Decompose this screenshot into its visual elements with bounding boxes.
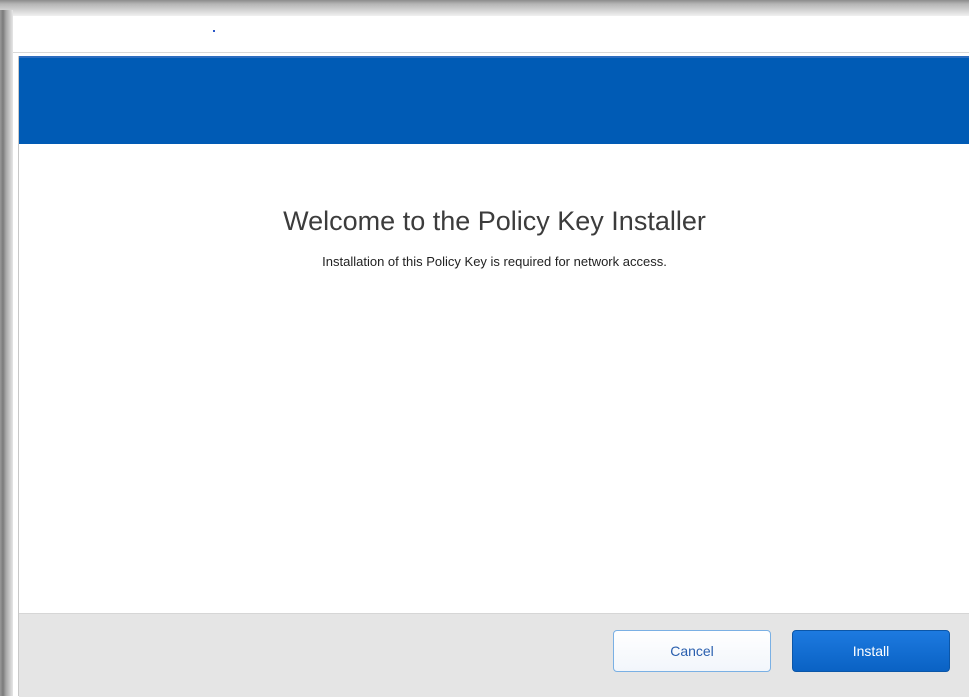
welcome-title: Welcome to the Policy Key Installer [283,206,706,236]
window-left-border [0,10,13,696]
welcome-subtitle: Installation of this Policy Key is requi… [322,254,667,269]
install-button[interactable]: Install [792,630,950,672]
titlebar-mark [213,30,215,32]
window-top-border [0,0,969,16]
installer-window: Welcome to the Policy Key Installer Inst… [0,0,969,697]
window-titlebar [13,16,969,52]
cancel-button[interactable]: Cancel [613,630,771,672]
titlebar-separator [13,52,969,53]
dialog-footer: Cancel Install [19,613,969,697]
dialog-header-banner [19,56,969,144]
installer-dialog: Welcome to the Policy Key Installer Inst… [18,56,969,697]
dialog-content: Welcome to the Policy Key Installer Inst… [19,144,969,614]
